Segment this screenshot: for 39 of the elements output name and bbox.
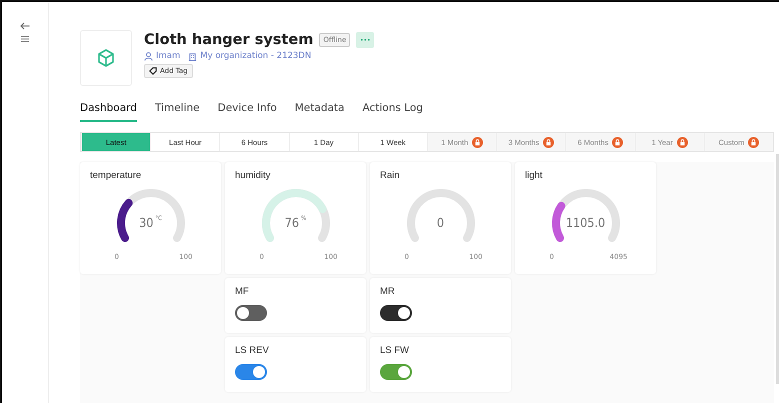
- widget-title: LS FW: [380, 345, 410, 356]
- cube-icon: [96, 48, 116, 68]
- tag-icon: [149, 67, 157, 75]
- gauge-fill: [552, 202, 565, 242]
- gauge-fill: [116, 198, 132, 242]
- gauge-track: [116, 189, 184, 242]
- tab[interactable]: Metadata: [294, 102, 344, 122]
- widget-title: MR: [380, 286, 396, 297]
- toggle-switch[interactable]: [380, 305, 412, 321]
- lock-icon: [543, 136, 554, 148]
- tab[interactable]: Device Info: [218, 102, 277, 122]
- lock-icon: [748, 136, 760, 148]
- scrollbar[interactable]: [776, 154, 779, 384]
- device-title: Cloth hanger system: [144, 32, 314, 48]
- gauge-track: [406, 189, 474, 242]
- gauge-value: 0: [436, 215, 446, 230]
- toggle-switch[interactable]: [380, 364, 412, 380]
- menu-icon[interactable]: [21, 36, 29, 42]
- organization-link[interactable]: My organization - 2123DN: [200, 51, 312, 61]
- toggle-switch[interactable]: [235, 305, 267, 321]
- lock-icon: [676, 136, 688, 148]
- widget-title: temperature: [90, 170, 142, 181]
- owner-link[interactable]: Imam: [156, 51, 180, 61]
- widget-title: Rain: [380, 170, 401, 181]
- gauge-value: 1105.0: [564, 215, 606, 230]
- widget-title: MF: [235, 286, 250, 297]
- back-icon[interactable]: [20, 22, 30, 30]
- building-icon: [188, 52, 198, 60]
- user-icon: [144, 52, 153, 60]
- gauge-track: [552, 189, 620, 242]
- widget-title: humidity: [235, 170, 272, 181]
- widget-title: LS REV: [235, 345, 270, 356]
- tab[interactable]: Dashboard: [80, 102, 137, 122]
- tab[interactable]: Timeline: [154, 102, 200, 122]
- lock-icon: [612, 136, 624, 148]
- toggle-switch[interactable]: [235, 364, 267, 380]
- widget-title: light: [525, 170, 544, 181]
- tab[interactable]: Actions Log: [362, 102, 423, 122]
- lock-icon: [472, 136, 484, 148]
